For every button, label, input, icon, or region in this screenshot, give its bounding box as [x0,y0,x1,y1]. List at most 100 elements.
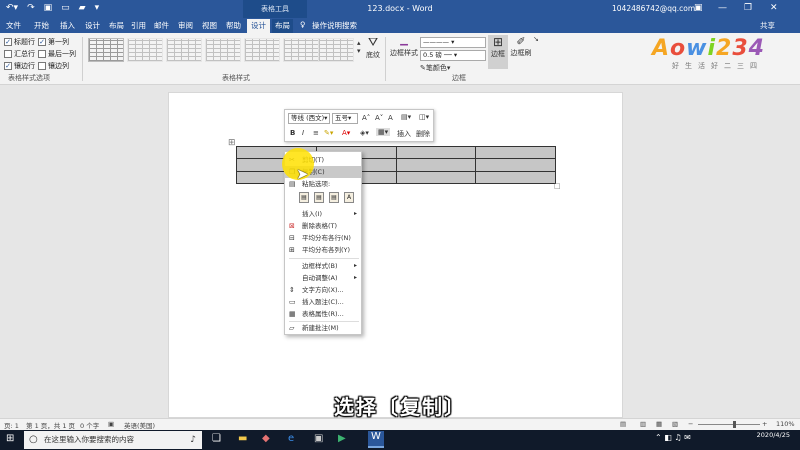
web-layout-icon[interactable]: ▧ [672,420,678,428]
ribbon-display-icon[interactable]: ▣ [694,3,703,13]
taskbar-search-box[interactable]: ○ 在这里输入你要搜索的内容 ♪ [24,431,202,449]
grow-font-icon[interactable]: A˄ [362,114,370,122]
checkbox-banded-rows[interactable]: ✓ 镶边行 [4,61,35,71]
tab-view[interactable]: 视图 [202,20,217,31]
tab-review[interactable]: 审阅 [178,20,193,31]
edge-browser-icon[interactable]: e [288,433,294,444]
menu-item-delete-table[interactable]: ⊠ 删除表格(T) [285,220,361,232]
store-icon[interactable]: ▣ [314,433,323,444]
zoom-out-icon[interactable]: − [688,420,693,428]
file-explorer-icon[interactable]: ▬ [238,433,247,444]
borders-button[interactable]: ⊞ 边框 [488,35,508,69]
menu-item-insert[interactable]: 插入(I) ▸ [285,208,361,220]
new-document-icon[interactable]: ▭ [61,3,70,13]
table-cell[interactable] [395,145,477,160]
microphone-icon[interactable]: ♪ [190,431,196,449]
menu-item-border-styles[interactable]: 边框样式(B) ▸ [285,260,361,272]
tell-me-search[interactable]: 操作说明搜索 [312,20,357,31]
paste-merge-icon[interactable]: ▤ [314,192,324,203]
zoom-level[interactable]: 110% [776,420,795,428]
tab-file[interactable]: 文件 [6,20,21,31]
table-style-thumb[interactable] [166,38,202,62]
maximize-button[interactable]: ❐ [744,3,752,13]
table-resize-handle-icon[interactable]: □ [554,182,561,190]
italic-icon[interactable]: I [302,129,304,137]
tab-help[interactable]: 帮助 [226,20,241,31]
table-style-thumb[interactable] [283,38,319,62]
checkbox-banded-columns[interactable]: 镶边列 [38,61,69,71]
table-tools-icon[interactable]: ◫▾ [419,113,429,121]
zoom-in-icon[interactable]: + [762,420,767,428]
menu-item-insert-caption[interactable]: ▭ 插入题注(C)... [285,296,361,308]
status-language[interactable]: 英语(美国) [124,420,155,430]
pen-color-button[interactable]: ✎笔颜色▾ [420,63,450,73]
open-icon[interactable]: ▰ [79,3,86,13]
status-page[interactable]: 页: 1 [4,420,19,430]
table-style-thumb[interactable] [318,38,354,62]
table-cell[interactable] [395,158,477,172]
borders-icon[interactable]: ▦▾ [376,128,391,136]
close-button[interactable]: ✕ [770,3,778,13]
status-page-count[interactable]: 第 1 页，共 1 页 [26,420,75,430]
tab-home[interactable]: 开始 [34,20,49,31]
font-color-icon[interactable]: A▾ [342,129,350,137]
menu-item-new-comment[interactable]: ▱ 新建批注(M) [285,322,361,334]
line-style-select[interactable]: ———— ▾ [420,37,486,48]
windows-start-icon[interactable]: ⊞ [6,433,14,444]
menu-item-autofit[interactable]: 自动调整(A) ▸ [285,272,361,284]
app-icon[interactable]: ◆ [262,433,270,444]
table-cell[interactable] [475,170,556,185]
checkbox-header-row[interactable]: ✓ 标题行 [4,37,35,47]
menu-item-table-properties[interactable]: ▦ 表格属性(R)... [285,308,361,320]
menu-item-distribute-columns[interactable]: ⊞ 平均分布各列(Y) [285,244,361,256]
table-style-thumb[interactable] [244,38,280,62]
border-painter-button[interactable]: ✐ 边框刷 [510,35,532,58]
minimize-button[interactable]: — [718,3,727,13]
styles-icon[interactable]: A [388,114,393,122]
gallery-scroll-icon[interactable]: ▴ ▾ [357,39,361,55]
print-layout-icon[interactable]: ▦ [656,420,662,428]
word-taskbar-icon[interactable]: W [368,431,384,448]
table-style-thumb[interactable] [88,38,124,62]
tab-design[interactable]: 设计 [85,20,100,31]
paste-overwrite-icon[interactable]: ▤ [329,192,339,203]
insert-button[interactable]: 插入 [397,129,411,139]
checkbox-first-column[interactable]: ✓ 第一列 [38,37,69,47]
menu-item-text-direction[interactable]: ⇕ 文字方向(X)... [285,284,361,296]
paste-nest-icon[interactable]: ▤ [299,192,309,203]
table-cell[interactable] [475,158,556,172]
task-view-icon[interactable]: ❏ [212,433,221,444]
media-player-icon[interactable]: ▶ [338,433,346,444]
tab-table-design[interactable]: 设计 [247,19,270,33]
taskbar-clock[interactable]: 2020/4/25 [757,431,790,440]
shading-icon[interactable]: ◈▾ [360,129,369,137]
delete-button[interactable]: 删除 [416,129,430,139]
center-align-icon[interactable]: ≡ [313,129,319,137]
undo-icon[interactable]: ↶▾ [6,3,18,13]
table-cell[interactable] [475,145,556,160]
paste-text-only-icon[interactable]: A [344,192,354,203]
tab-layout[interactable]: 布局 [109,20,124,31]
system-tray-icons[interactable]: ⌃ ◧ ♫ ✉ [655,433,691,442]
proofing-icon[interactable]: ▣ [108,420,114,428]
table-cell[interactable] [395,170,477,185]
bold-icon[interactable]: B [290,129,295,137]
tab-insert[interactable]: 插入 [60,20,75,31]
shrink-font-icon[interactable]: A˅ [375,114,383,122]
focus-icon[interactable]: ▤ [620,420,626,428]
tab-table-layout[interactable]: 布局 [272,19,293,33]
font-size-select[interactable]: 五号▾ [332,113,358,124]
font-name-select[interactable]: 等线 (西文)▾ [288,113,330,124]
status-word-count[interactable]: 0 个字 [80,420,99,430]
redo-icon[interactable]: ↷ [27,3,35,13]
account-name[interactable]: 1042486742@qq.com [612,4,695,13]
border-group-launcher-icon[interactable]: ↘ [533,35,539,43]
save-icon[interactable]: ▣ [44,3,53,13]
menu-item-distribute-rows[interactable]: ⊟ 平均分布各行(N) [285,232,361,244]
table-style-thumb[interactable] [127,38,163,62]
share-button[interactable]: 共享 [760,20,775,31]
zoom-slider-thumb[interactable] [733,421,736,428]
highlight-icon[interactable]: ✎▾ [324,129,333,137]
table-move-handle-icon[interactable]: ⊞ [228,138,236,148]
line-weight-select[interactable]: 0.5 磅 ── ▾ [420,50,486,61]
